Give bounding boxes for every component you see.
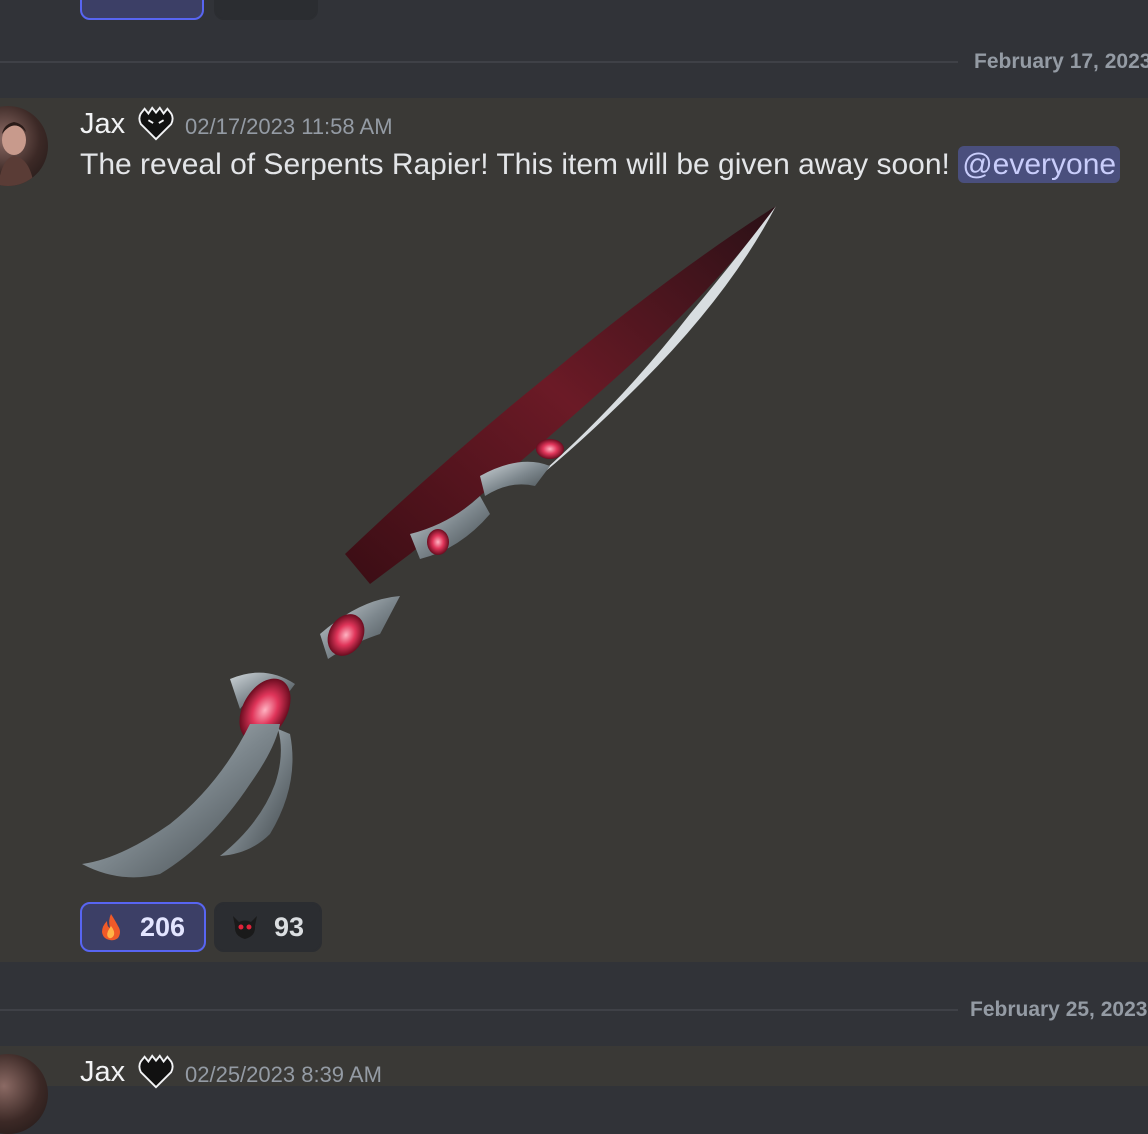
message-timestamp[interactable]: 02/17/2023 11:58 AM (185, 114, 393, 140)
reaction-count: 206 (140, 911, 186, 942)
reaction-button[interactable] (214, 0, 318, 20)
message[interactable]: Jax 02/25/2023 8:39 AM (0, 1046, 1148, 1134)
reaction-fire[interactable]: 206 (80, 902, 206, 952)
message-content: The reveal of Serpents Rapier! This item… (80, 146, 1121, 183)
author-name[interactable]: Jax (80, 108, 125, 141)
reaction-button[interactable] (80, 0, 204, 20)
message-text: The reveal of Serpents Rapier! This item… (80, 148, 950, 181)
divider-line (0, 61, 958, 63)
demon-icon (232, 916, 257, 939)
avatar[interactable] (0, 106, 48, 186)
date-divider: February 25, 2023 (0, 990, 1148, 1030)
divider-date: February 25, 2023 (970, 998, 1148, 1021)
previous-message-reactions (0, 0, 1148, 20)
date-divider: February 17, 2023 (0, 42, 1148, 82)
avatar-image (0, 122, 34, 186)
server-badge-icon (138, 106, 174, 141)
fire-icon (102, 914, 120, 941)
server-badge-icon (138, 1054, 174, 1089)
reaction-demon[interactable]: 93 (214, 902, 322, 952)
serpent-rapier-image (82, 206, 776, 878)
message-timestamp[interactable]: 02/25/2023 8:39 AM (185, 1062, 382, 1088)
reaction-bar: 206 93 (80, 902, 322, 952)
image-attachment[interactable] (80, 204, 780, 894)
message[interactable]: Jax 02/17/2023 11:58 AM The reveal of Se… (0, 98, 1148, 962)
divider-date: February 17, 2023 (974, 50, 1148, 73)
avatar[interactable] (0, 1054, 48, 1134)
author-name[interactable]: Jax (80, 1056, 125, 1089)
reaction-count: 93 (273, 911, 304, 942)
everyone-mention[interactable]: @everyone (958, 146, 1121, 183)
divider-line (0, 1009, 958, 1011)
